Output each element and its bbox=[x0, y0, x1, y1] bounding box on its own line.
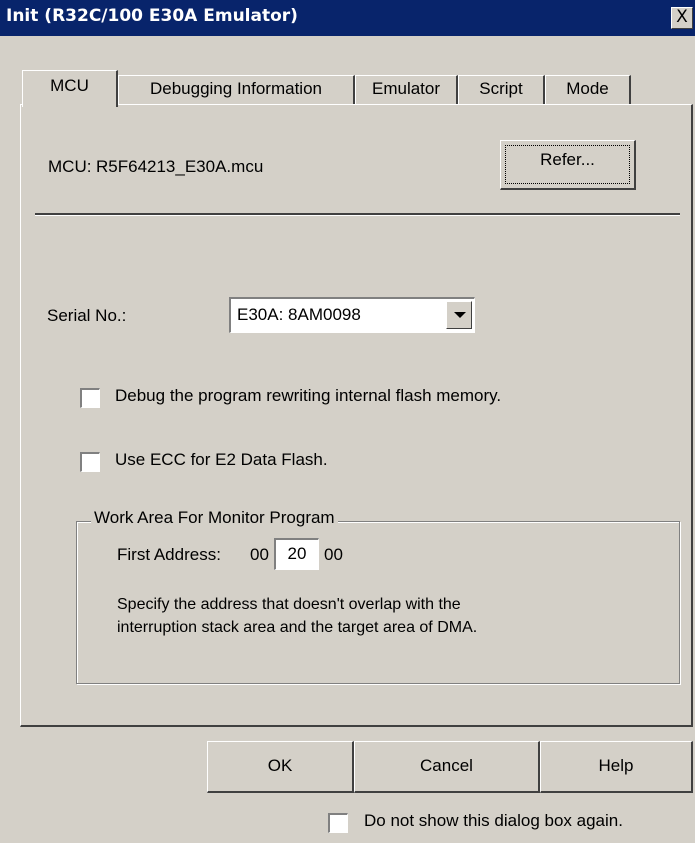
tab-mode[interactable]: Mode bbox=[545, 75, 631, 104]
tab-script[interactable]: Script bbox=[458, 75, 545, 104]
address-suffix: 00 bbox=[324, 545, 343, 564]
work-area-title: Work Area For Monitor Program bbox=[91, 508, 338, 528]
debug-flash-checkbox[interactable] bbox=[80, 388, 100, 408]
tab-debugging-information[interactable]: Debugging Information bbox=[118, 75, 355, 104]
address-prefix: 00 bbox=[250, 545, 269, 564]
mcu-file-name: R5F64213_E30A.mcu bbox=[96, 157, 264, 176]
separator bbox=[35, 213, 680, 216]
debug-flash-label[interactable]: Debug the program rewriting internal fla… bbox=[115, 386, 501, 406]
work-area-description-line1: Specify the address that doesn't overlap… bbox=[117, 596, 461, 613]
serial-label: Serial No.: bbox=[47, 306, 127, 325]
tab-mcu[interactable]: MCU bbox=[22, 70, 118, 107]
work-area-description-line2: interruption stack area and the target a… bbox=[117, 619, 478, 636]
first-address-input[interactable]: 20 bbox=[274, 538, 319, 570]
dont-show-checkbox[interactable] bbox=[328, 813, 348, 833]
cancel-button[interactable]: Cancel bbox=[354, 741, 540, 793]
init-dialog: Init (R32C/100 E30A Emulator) X MCU Debu… bbox=[0, 0, 695, 843]
help-button[interactable]: Help bbox=[540, 741, 693, 793]
dont-show-label[interactable]: Do not show this dialog box again. bbox=[364, 811, 623, 831]
ecc-label[interactable]: Use ECC for E2 Data Flash. bbox=[115, 450, 328, 470]
close-icon: X bbox=[676, 7, 688, 27]
mcu-label: MCU: bbox=[48, 157, 92, 176]
close-button[interactable]: X bbox=[671, 7, 693, 29]
chevron-down-icon[interactable] bbox=[446, 301, 472, 329]
window-title: Init (R32C/100 E30A Emulator) bbox=[6, 6, 298, 26]
serial-number-select[interactable]: E30A: 8AM0098 bbox=[229, 297, 475, 333]
ecc-checkbox[interactable] bbox=[80, 452, 100, 472]
ok-button[interactable]: OK bbox=[207, 741, 354, 793]
title-bar[interactable]: Init (R32C/100 E30A Emulator) X bbox=[0, 0, 695, 36]
serial-number-value: E30A: 8AM0098 bbox=[237, 305, 361, 324]
first-address-label: First Address: bbox=[117, 545, 221, 564]
tab-emulator[interactable]: Emulator bbox=[355, 75, 458, 104]
refer-button-label: Refer... bbox=[505, 145, 630, 184]
refer-button[interactable]: Refer... bbox=[500, 140, 636, 190]
